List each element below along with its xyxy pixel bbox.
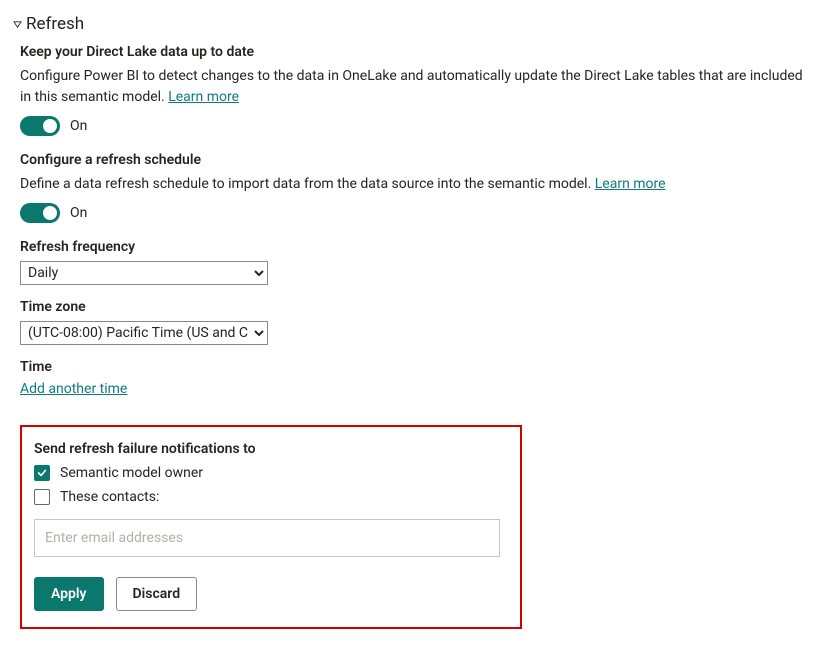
- add-time-link[interactable]: Add another time: [20, 381, 127, 397]
- direct-lake-desc-text: Configure Power BI to detect changes to …: [20, 68, 803, 105]
- timezone-label: Time zone: [20, 299, 818, 315]
- contacts-checkbox[interactable]: [34, 489, 50, 505]
- frequency-label: Refresh frequency: [20, 239, 818, 255]
- schedule-toggle[interactable]: [20, 203, 60, 223]
- discard-button[interactable]: Discard: [116, 577, 198, 611]
- direct-lake-toggle-label: On: [70, 118, 87, 134]
- timezone-select[interactable]: (UTC-08:00) Pacific Time (US and Canada): [20, 321, 268, 345]
- schedule-desc-text: Define a data refresh schedule to import…: [20, 176, 595, 192]
- notifications-highlight: Send refresh failure notifications to Se…: [20, 425, 522, 629]
- email-input[interactable]: [34, 519, 500, 557]
- frequency-select[interactable]: Daily: [20, 261, 268, 285]
- direct-lake-heading: Keep your Direct Lake data up to date: [20, 44, 818, 60]
- schedule-desc: Define a data refresh schedule to import…: [20, 174, 810, 195]
- time-label: Time: [20, 359, 818, 375]
- owner-checkbox[interactable]: [34, 465, 50, 481]
- owner-checkbox-label: Semantic model owner: [60, 465, 203, 481]
- contacts-checkbox-label: These contacts:: [60, 489, 159, 505]
- schedule-learn-link[interactable]: Learn more: [595, 176, 666, 192]
- section-title: Refresh: [26, 14, 84, 34]
- notify-heading: Send refresh failure notifications to: [34, 441, 506, 457]
- check-icon: [37, 468, 47, 478]
- schedule-heading: Configure a refresh schedule: [20, 152, 818, 168]
- direct-lake-learn-link[interactable]: Learn more: [168, 89, 239, 105]
- schedule-toggle-label: On: [70, 205, 87, 221]
- chevron-down-icon: [12, 19, 22, 29]
- direct-lake-desc: Configure Power BI to detect changes to …: [20, 66, 810, 108]
- direct-lake-toggle[interactable]: [20, 116, 60, 136]
- section-header[interactable]: Refresh: [12, 14, 818, 34]
- apply-button[interactable]: Apply: [34, 577, 104, 611]
